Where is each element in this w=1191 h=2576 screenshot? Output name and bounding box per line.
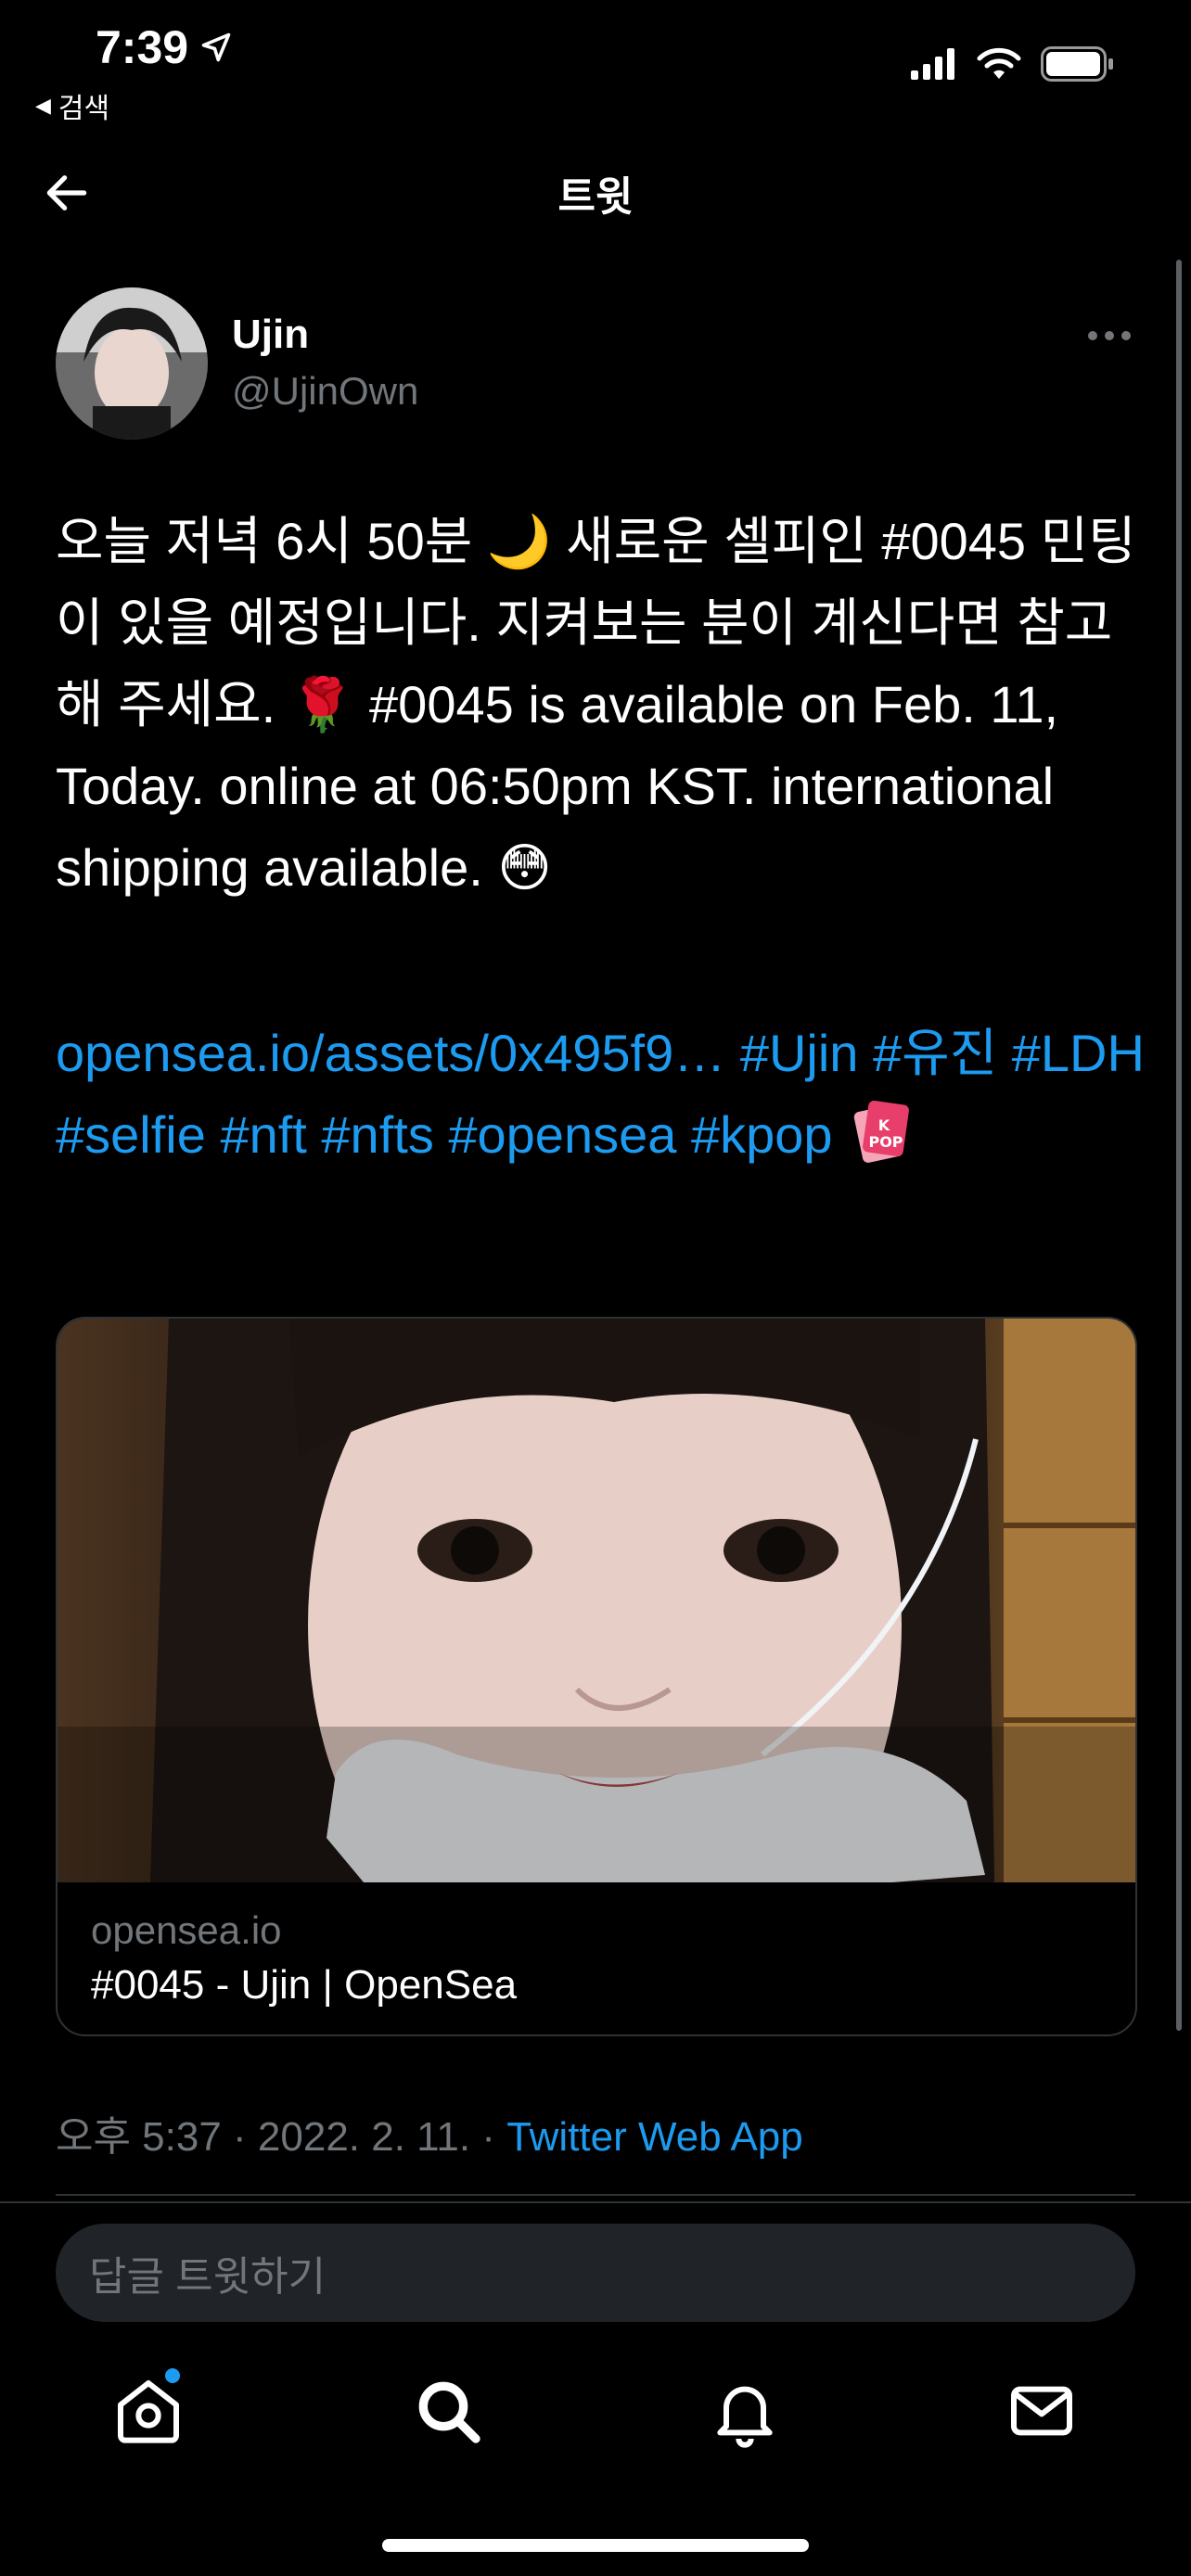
home-icon[interactable]	[111, 2374, 186, 2448]
messages-icon[interactable]	[1005, 2374, 1079, 2448]
display-name[interactable]: Ujin	[232, 312, 309, 358]
avatar[interactable]	[56, 287, 208, 440]
search-icon[interactable]	[411, 2374, 485, 2448]
kpop-emoji-icon: K POP	[853, 1100, 909, 1163]
tweet-source-link[interactable]: Twitter Web App	[506, 2114, 803, 2160]
hashtag-yujin[interactable]: #유진	[873, 1024, 997, 1082]
svg-text:K: K	[878, 1116, 890, 1134]
location-arrow-icon	[201, 32, 231, 62]
wifi-icon	[977, 47, 1021, 79]
hashtag-nfts[interactable]: #nfts	[321, 1105, 433, 1164]
page-title: 트윗	[557, 174, 634, 220]
home-indicator[interactable]	[382, 2539, 809, 2552]
notifications-icon[interactable]	[708, 2374, 782, 2448]
link-card[interactable]: opensea.io #0045 - Ujin | OpenSea	[56, 1317, 1137, 2036]
scrollbar[interactable]	[1176, 260, 1182, 2031]
status-time-text: 7:39	[96, 21, 189, 73]
reply-input[interactable]: 답글 트윗하기	[56, 2224, 1135, 2322]
more-options-icon[interactable]	[1087, 326, 1132, 345]
status-time: 7:39	[96, 20, 233, 74]
card-image	[58, 1319, 1135, 1882]
hashtag-ujin[interactable]: #Ujin	[740, 1024, 859, 1082]
hashtag-nft[interactable]: #nft	[220, 1105, 306, 1164]
tweet-links: opensea.io/assets/0x495f9… #Ujin #유진 #LD…	[56, 1013, 1150, 1176]
cellular-signal-icon	[911, 48, 954, 80]
link-url[interactable]: opensea.io/assets/0x495f9…	[56, 1024, 725, 1082]
small-back-triangle-icon: ◀	[35, 94, 51, 117]
card-title: #0045 - Ujin | OpenSea	[91, 1962, 518, 2008]
hashtag-selfie[interactable]: #selfie	[56, 1105, 206, 1164]
back-to-app-label: 검색	[58, 94, 110, 124]
avatar-photo	[56, 287, 208, 440]
hashtag-ldh[interactable]: #LDH	[1012, 1024, 1145, 1082]
battery-icon	[1041, 46, 1113, 82]
divider	[56, 2194, 1135, 2196]
back-to-app-button[interactable]: ◀ 검색	[35, 85, 109, 126]
reply-placeholder: 답글 트윗하기	[89, 2254, 327, 2300]
status-icons	[911, 46, 1115, 82]
hashtag-opensea[interactable]: #opensea	[448, 1105, 676, 1164]
tweet-text: 오늘 저녁 6시 50분 🌙 새로운 셀피인 #0045 민팅이 있을 예정입니…	[56, 512, 1136, 897]
tweet-meta: 오후 5:37 · 2022. 2. 11. · Twitter Web App	[56, 2103, 803, 2162]
svg-text:POP: POP	[869, 1133, 903, 1151]
hashtag-kpop[interactable]: #kpop	[691, 1105, 833, 1164]
home-notification-dot	[165, 2368, 180, 2383]
timestamp: 오후 5:37 · 2022. 2. 11. ·	[56, 2114, 507, 2160]
divider	[0, 2201, 1191, 2203]
user-handle[interactable]: @UjinOwn	[232, 369, 418, 414]
card-domain: opensea.io	[91, 1908, 282, 1952]
